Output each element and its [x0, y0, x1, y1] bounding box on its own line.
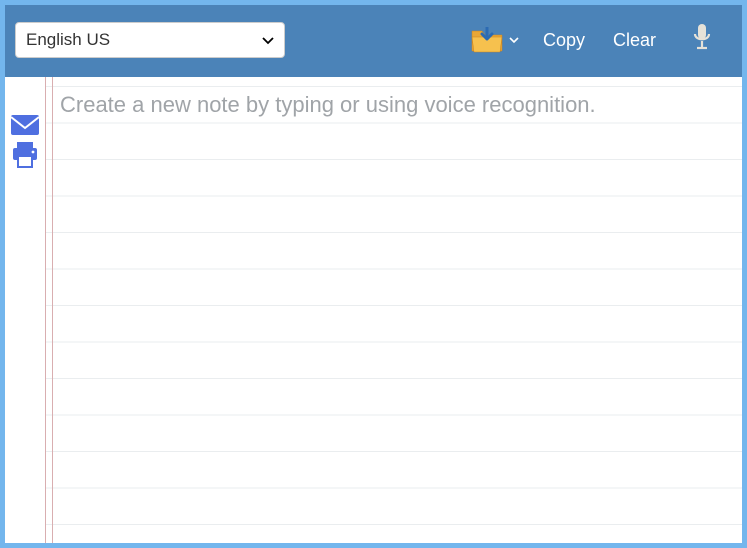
main-area — [5, 77, 742, 543]
language-selected-label: English US — [26, 30, 110, 50]
copy-label: Copy — [543, 30, 585, 51]
email-button[interactable] — [11, 115, 39, 139]
clear-button[interactable]: Clear — [605, 22, 664, 58]
clear-label: Clear — [613, 30, 656, 51]
microphone-button[interactable] — [682, 22, 722, 58]
toolbar: English US Copy — [5, 5, 742, 77]
microphone-icon — [692, 24, 712, 57]
print-button[interactable] — [11, 145, 39, 169]
download-button[interactable] — [467, 22, 523, 58]
chevron-down-icon — [262, 32, 274, 48]
note-area — [45, 77, 742, 543]
language-select[interactable]: English US — [15, 22, 285, 58]
download-folder-icon — [471, 27, 503, 53]
app-inner: English US Copy — [5, 5, 742, 543]
side-tools — [5, 77, 45, 543]
email-icon — [11, 115, 39, 140]
margin-line — [52, 77, 53, 543]
copy-button[interactable]: Copy — [535, 22, 593, 58]
print-icon — [11, 142, 39, 173]
note-input[interactable] — [46, 77, 742, 543]
chevron-down-icon — [509, 33, 519, 47]
app-frame: English US Copy — [0, 0, 747, 548]
